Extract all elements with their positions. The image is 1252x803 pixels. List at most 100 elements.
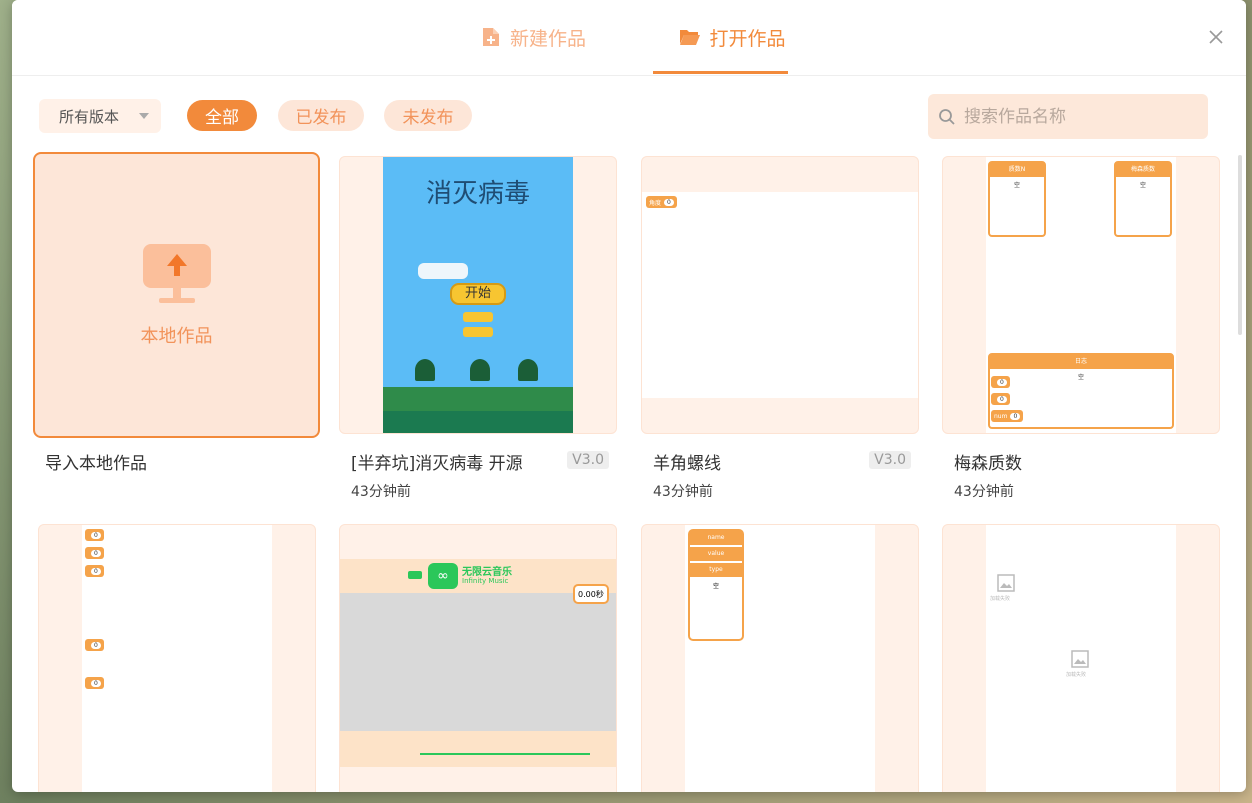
arrow-icon	[408, 571, 422, 579]
filter-toolbar: 所有版本 全部 已发布 未发布	[12, 75, 1246, 150]
variable-monitor: 角度 0	[646, 196, 677, 208]
search-input[interactable]	[962, 105, 1196, 128]
scrollbar[interactable]	[1238, 155, 1242, 335]
stage-preview: 质数N 空 梅森质数 空 日志 空 0 0 num 0	[986, 157, 1176, 433]
project-thumbnail[interactable]: 0 0 0 0 0	[38, 524, 316, 792]
list-monitor: 质数N 空	[988, 161, 1046, 237]
variable-monitor: 0	[85, 639, 104, 651]
app-name: 无限云音乐	[462, 567, 512, 578]
stage-preview: 角度 0	[642, 192, 918, 398]
game-start-button: 开始	[450, 283, 506, 305]
variable-value: 0	[91, 549, 101, 557]
active-tab-indicator	[653, 71, 788, 74]
stage-preview: name value type 空	[685, 525, 875, 792]
project-card[interactable]: ∞ 无限云音乐 Infinity Music 0.00秒	[339, 524, 617, 792]
variable-value: 0	[664, 198, 674, 206]
search-box	[928, 94, 1208, 139]
list-monitor-empty: 空	[712, 583, 719, 590]
list-monitor-empty: 空	[1013, 182, 1020, 189]
variable-value: 0	[997, 395, 1007, 403]
list-monitor: name value type 空	[688, 529, 744, 641]
project-card[interactable]: 质数N 空 梅森质数 空 日志 空 0 0 num 0 梅森质数 43分钟前	[942, 156, 1220, 500]
folder-open-icon	[680, 30, 701, 45]
version-badge: V3.0	[869, 451, 911, 469]
project-thumbnail[interactable]: name value type 空	[641, 524, 919, 792]
variable-value: 0	[1010, 412, 1021, 420]
variable-value: 0	[91, 641, 101, 649]
tab-open-project[interactable]: 打开作品	[665, 0, 800, 74]
filter-published[interactable]: 已发布	[278, 100, 364, 131]
search-icon	[939, 108, 955, 125]
game-menu-item	[463, 327, 493, 337]
load-failed-text: 加载失败	[1066, 672, 1087, 678]
variable-value: 0	[997, 378, 1007, 386]
infinity-logo-icon: ∞	[428, 563, 458, 589]
variable-name: 角度	[649, 199, 662, 207]
upload-monitor-icon	[142, 244, 211, 303]
close-icon	[1209, 30, 1223, 44]
filter-all[interactable]: 全部	[187, 100, 257, 131]
dialog-header: 新建作品 打开作品	[12, 0, 1246, 76]
variable-monitor: 0	[85, 565, 104, 577]
card-title: 梅森质数	[954, 454, 1022, 474]
load-failed-text: 加载失败	[990, 596, 1011, 602]
variable-monitor: 0	[85, 547, 104, 559]
project-card[interactable]: name value type 空	[641, 524, 919, 792]
project-grid: 本地作品 导入本地作品 消灭病毒 开始 [半弃坑]消灭病毒 开源 V3.0 43…	[12, 150, 1246, 792]
broken-image-icon	[1071, 650, 1089, 668]
tree-shape	[415, 359, 435, 381]
card-title: [半弃坑]消灭病毒 开源	[351, 454, 523, 474]
project-card[interactable]: 加载失败 加载失败	[942, 524, 1220, 792]
project-card[interactable]: 0 0 0 0 0	[38, 524, 316, 792]
tab-open-project-label: 打开作品	[709, 27, 786, 50]
card-title: 羊角螺线	[653, 454, 721, 474]
project-card[interactable]: 消灭病毒 开始 [半弃坑]消灭病毒 开源 V3.0 43分钟前	[339, 156, 617, 500]
stage-preview: ∞ 无限云音乐 Infinity Music 0.00秒	[340, 559, 616, 767]
card-title: 导入本地作品	[45, 454, 147, 474]
filter-unpublished[interactable]: 未发布	[384, 100, 472, 131]
list-monitor-title: 梅森质数	[1116, 163, 1170, 177]
project-thumbnail[interactable]: 加载失败 加载失败	[942, 524, 1220, 792]
list-row: type	[690, 563, 742, 577]
project-thumbnail[interactable]: ∞ 无限云音乐 Infinity Music 0.00秒	[339, 524, 617, 792]
timer-monitor: 0.00秒	[573, 584, 609, 604]
import-local-thumb[interactable]: 本地作品	[33, 152, 320, 438]
variable-monitor: 0	[85, 529, 104, 541]
project-thumbnail[interactable]: 消灭病毒 开始	[339, 156, 617, 434]
app-footer-bar	[340, 731, 616, 767]
tree-shape	[518, 359, 538, 381]
card-time: 43分钟前	[954, 484, 1014, 500]
card-time: 43分钟前	[351, 484, 411, 500]
cloud-shape	[418, 263, 468, 279]
game-menu-item	[463, 312, 493, 322]
list-row: value	[690, 547, 742, 561]
tree-shape	[470, 359, 490, 381]
stage-preview: 0 0 0 0 0	[82, 525, 272, 792]
project-thumbnail[interactable]: 质数N 空 梅森质数 空 日志 空 0 0 num 0	[942, 156, 1220, 434]
game-preview: 消灭病毒 开始	[383, 157, 573, 433]
project-card[interactable]: 角度 0 羊角螺线 V3.0 43分钟前	[641, 156, 919, 500]
list-monitor-title: 日志	[990, 355, 1172, 369]
close-button[interactable]	[1205, 26, 1227, 48]
variable-value: 0	[91, 531, 101, 539]
progress-line	[420, 753, 590, 755]
game-ground-lower	[383, 411, 573, 433]
version-select[interactable]: 所有版本	[39, 99, 161, 133]
file-plus-icon	[483, 28, 499, 46]
variable-value: 0	[91, 567, 101, 575]
chevron-down-icon	[139, 113, 149, 119]
tab-new-project-label: 新建作品	[510, 27, 587, 50]
list-monitor-empty: 空	[1077, 374, 1084, 381]
list-monitor-title: 质数N	[990, 163, 1044, 177]
stage-preview: 加载失败 加载失败	[986, 525, 1176, 792]
app-subtitle: Infinity Music	[462, 577, 509, 585]
variable-name: num	[994, 412, 1008, 420]
variable-monitor: 0	[85, 677, 104, 689]
variable-monitor: 0	[991, 393, 1010, 405]
project-thumbnail[interactable]: 角度 0	[641, 156, 919, 434]
version-badge: V3.0	[567, 451, 609, 469]
tab-new-project[interactable]: 新建作品	[480, 0, 586, 74]
variable-monitor: num 0	[991, 410, 1024, 422]
list-monitor: 梅森质数 空	[1114, 161, 1172, 237]
import-local-label: 本地作品	[140, 326, 213, 347]
